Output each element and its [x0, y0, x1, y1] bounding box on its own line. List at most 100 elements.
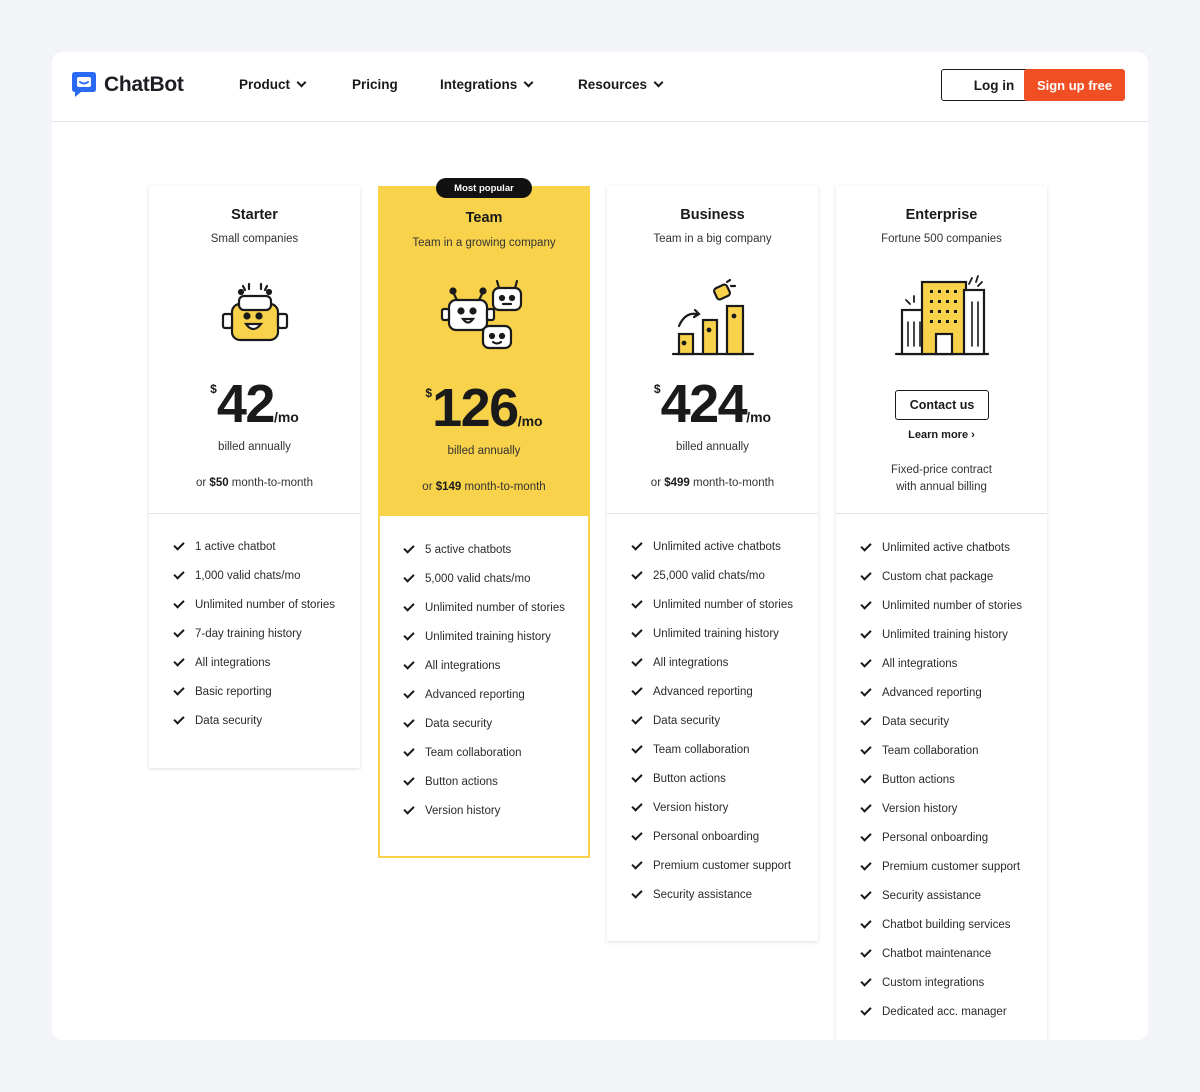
check-icon: [631, 828, 643, 841]
plan-subtitle: Small companies: [210, 233, 299, 245]
nav-integrations[interactable]: Integrations: [440, 77, 534, 92]
feature-item: Chatbot maintenance: [860, 939, 1022, 968]
check-icon: [631, 857, 643, 870]
price-period: /mo: [517, 413, 543, 429]
robot-team-icon: [439, 278, 529, 359]
billing-note: billed annually: [447, 445, 521, 457]
feature-item: Data security: [860, 707, 1022, 736]
plan-name: Enterprise: [905, 207, 978, 223]
feature-item: 5 active chatbots: [403, 535, 565, 564]
feature-list: Unlimited active chatbots 25,000 valid c…: [631, 532, 793, 909]
feature-label: Version history: [882, 802, 958, 815]
card-divider: [836, 513, 1047, 514]
feature-item: Unlimited number of stories: [860, 591, 1022, 620]
feature-label: Security assistance: [653, 888, 753, 901]
feature-label: Premium customer support: [653, 859, 792, 872]
check-icon: [860, 916, 872, 929]
feature-item: Unlimited number of stories: [173, 590, 335, 619]
plan-card-enterprise: Enterprise Fortune 500 companies Contact…: [836, 186, 1047, 1040]
feature-label: Custom chat package: [882, 570, 994, 583]
learn-more-link[interactable]: Learn more ›: [836, 429, 1047, 441]
plan-name: Business: [680, 207, 745, 223]
fixed-price-line: Fixed-price contract: [891, 464, 992, 476]
check-icon: [403, 628, 415, 641]
feature-item: All integrations: [860, 649, 1022, 678]
check-icon: [860, 771, 872, 784]
feature-item: Button actions: [403, 767, 565, 796]
feature-label: Chatbot building services: [882, 918, 1011, 931]
feature-list: 1 active chatbot 1,000 valid chats/mo Un…: [173, 532, 335, 735]
check-icon: [860, 568, 872, 581]
feature-label: Version history: [653, 801, 729, 814]
feature-item: Version history: [860, 794, 1022, 823]
plan-name: Starter: [231, 207, 278, 223]
check-icon: [860, 655, 872, 668]
feature-item: Unlimited number of stories: [403, 593, 565, 622]
check-icon: [631, 625, 643, 638]
mtm-prefix: or: [650, 477, 665, 489]
nav-resources-label: Resources: [578, 77, 648, 92]
feature-label: Unlimited number of stories: [882, 599, 1022, 612]
feature-label: Dedicated acc. manager: [882, 1005, 1007, 1018]
feature-item: Team collaboration: [631, 735, 793, 764]
mtm-price: $149: [435, 481, 462, 493]
feature-item: Dedicated acc. manager: [860, 997, 1022, 1026]
check-icon: [860, 887, 872, 900]
contact-us-button[interactable]: Contact us: [895, 390, 989, 420]
signup-button[interactable]: Sign up free: [1024, 69, 1125, 101]
nav-product[interactable]: Product: [239, 77, 307, 92]
chatbot-logo-icon: [71, 71, 97, 99]
most-popular-badge: Most popular: [436, 178, 532, 198]
feature-label: Team collaboration: [882, 744, 979, 757]
chevron-down-icon: [653, 77, 664, 88]
feature-label: Security assistance: [882, 889, 982, 902]
feature-item: 1 active chatbot: [173, 532, 335, 561]
mtm-suffix: month-to-month: [461, 481, 546, 493]
brand-name: ChatBot: [104, 73, 184, 96]
feature-label: Data security: [653, 714, 721, 727]
feature-item: Personal onboarding: [860, 823, 1022, 852]
price-currency: $: [653, 382, 661, 396]
feature-item: Advanced reporting: [631, 677, 793, 706]
feature-label: Button actions: [882, 773, 955, 786]
feature-label: Team collaboration: [653, 743, 750, 756]
feature-label: 5,000 valid chats/mo: [425, 572, 531, 585]
check-icon: [860, 626, 872, 639]
feature-label: Unlimited training history: [882, 628, 1008, 641]
check-icon: [173, 654, 185, 667]
feature-label: Version history: [425, 804, 501, 817]
feature-item: Team collaboration: [403, 738, 565, 767]
check-icon: [631, 799, 643, 812]
nav-product-label: Product: [239, 77, 291, 92]
price-amount: 42: [216, 374, 276, 434]
feature-label: Unlimited training history: [653, 627, 779, 640]
chevron-down-icon: [523, 77, 534, 88]
feature-label: 5 active chatbots: [425, 543, 512, 556]
feature-label: Unlimited number of stories: [653, 598, 793, 611]
plan-name: Team: [465, 210, 503, 226]
nav-pricing[interactable]: Pricing: [352, 77, 398, 92]
feature-label: Unlimited number of stories: [195, 598, 335, 611]
feature-label: All integrations: [425, 659, 501, 672]
feature-item: Unlimited active chatbots: [860, 533, 1022, 562]
feature-label: Data security: [195, 714, 263, 727]
check-icon: [631, 770, 643, 783]
check-icon: [860, 945, 872, 958]
feature-item: Unlimited training history: [860, 620, 1022, 649]
feature-item: 25,000 valid chats/mo: [631, 561, 793, 590]
nav-resources[interactable]: Resources: [578, 77, 664, 92]
check-icon: [403, 686, 415, 699]
check-icon: [860, 858, 872, 871]
feature-item: Unlimited training history: [403, 622, 565, 651]
feature-item: Custom integrations: [860, 968, 1022, 997]
billing-note: billed annually: [218, 441, 291, 453]
feature-item: Team collaboration: [860, 736, 1022, 765]
chatbot-logo[interactable]: ChatBot: [71, 71, 184, 99]
check-icon: [860, 742, 872, 755]
check-icon: [631, 741, 643, 754]
check-icon: [631, 886, 643, 899]
feature-label: Data security: [425, 717, 493, 730]
mtm-suffix: month-to-month: [689, 477, 775, 489]
check-icon: [403, 657, 415, 670]
growth-chart-icon: [669, 278, 757, 361]
